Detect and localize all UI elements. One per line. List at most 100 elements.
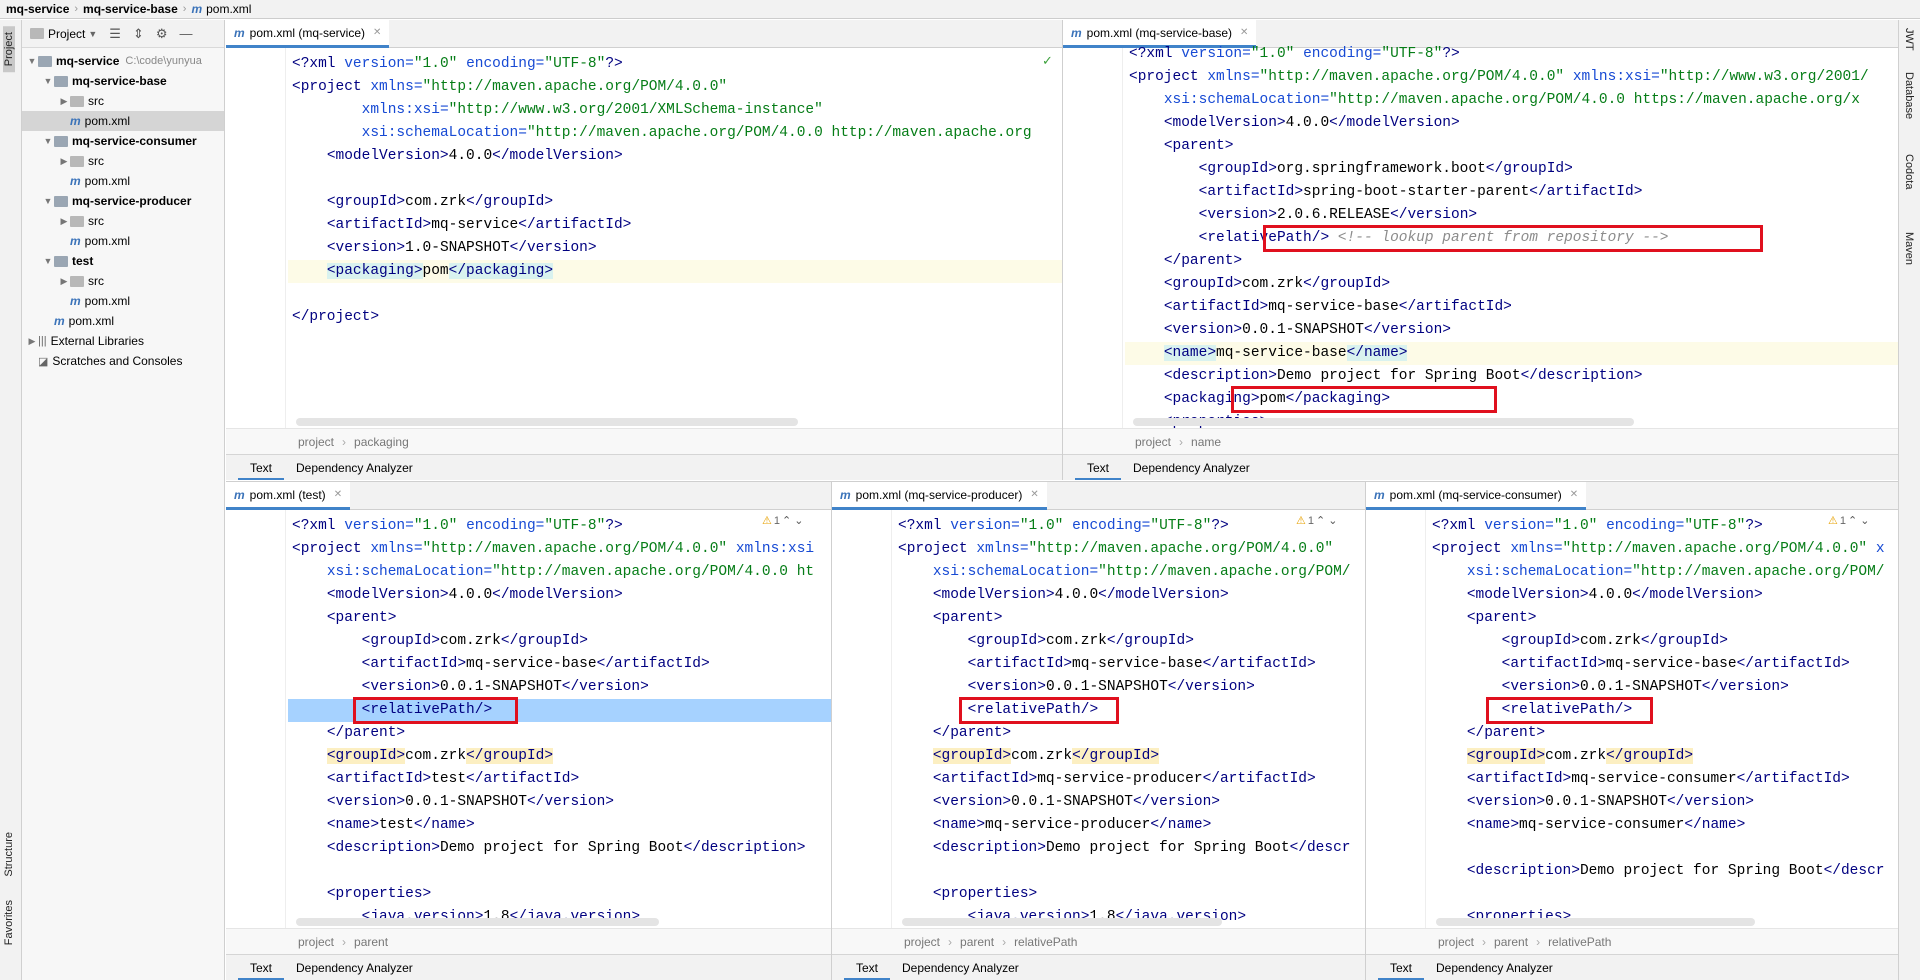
breadcrumb-item[interactable]: project — [1438, 935, 1474, 949]
tree-item[interactable]: ▼ mq-service-consumer — [22, 131, 224, 151]
tab-dependency-analyzer[interactable]: Dependency Analyzer — [1121, 455, 1262, 481]
tab-text[interactable]: Text — [238, 455, 285, 480]
editor-tab[interactable]: m pom.xml (mq-service-consumer) ✕ — [1366, 482, 1587, 510]
expand-icon[interactable]: ⇕ — [133, 26, 144, 42]
nav-crumb-module[interactable]: mq-service-base — [83, 2, 178, 16]
minimize-icon[interactable]: — — [180, 26, 193, 41]
breadcrumb-item[interactable]: project — [298, 435, 334, 449]
code-line: <name>mq-service-producer</name> — [898, 814, 1211, 837]
tab-dependency-analyzer[interactable]: Dependency Analyzer — [890, 955, 1031, 980]
code-area[interactable]: <?xml version="1.0" encoding="UTF-8"?> <p… — [288, 510, 831, 928]
tree-item[interactable]: ▼ mq-service-producer — [22, 191, 224, 211]
editor-tab[interactable]: m pom.xml (mq-service-producer) ✕ — [832, 482, 1047, 510]
chevron-down-icon[interactable]: ▼ — [26, 56, 38, 66]
tree-item[interactable]: ▶ src — [22, 271, 224, 291]
collapse-all-icon[interactable]: ☰ — [109, 26, 121, 42]
close-icon[interactable]: ✕ — [373, 27, 381, 38]
code-area[interactable]: <?xml version="1.0" encoding="UTF-8"?> <p… — [1125, 46, 1898, 430]
tree-item[interactable]: m pom.xml — [22, 311, 224, 331]
breadcrumb-item[interactable]: relativePath — [1014, 935, 1077, 949]
tree-item[interactable]: ◪ Scratches and Consoles — [22, 351, 224, 371]
code-token: </artifactId> — [1736, 771, 1850, 787]
chevron-down-icon[interactable]: ▼ — [88, 29, 97, 39]
inspection-widget[interactable]: ⚠ 1 ⌃ ⌄ — [1296, 514, 1338, 528]
code-area[interactable]: <?xml version="1.0" encoding="UTF-8"?> <p… — [898, 510, 1365, 928]
tree-item[interactable]: m pom.xml — [22, 291, 224, 311]
breadcrumb-item[interactable]: project — [904, 935, 940, 949]
tree-item[interactable]: ▼ mq-service-base — [22, 71, 224, 91]
tree-item[interactable]: ▼ mq-service C:\code\yunyua — [22, 51, 224, 71]
editor-tab[interactable]: m pom.xml (mq-service) ✕ — [226, 20, 390, 48]
tree-item[interactable]: ▶ src — [22, 91, 224, 111]
breadcrumb-item[interactable]: name — [1191, 435, 1221, 449]
close-icon[interactable]: ✕ — [1240, 27, 1248, 38]
horizontal-scrollbar[interactable] — [902, 918, 1222, 926]
navigate-problems-icon[interactable]: ⌃ ⌄ — [1848, 514, 1870, 527]
tab-dependency-analyzer[interactable]: Dependency Analyzer — [1424, 955, 1565, 980]
tree-item[interactable]: m pom.xml — [22, 231, 224, 251]
splitter[interactable] — [1062, 20, 1063, 480]
splitter[interactable] — [831, 482, 832, 980]
code-area[interactable]: <?xml version="1.0" encoding="UTF-8"?> <p… — [288, 48, 1062, 428]
splitter[interactable] — [226, 481, 1898, 482]
tool-tab-codota[interactable]: Codota — [1903, 154, 1915, 189]
tab-text[interactable]: Text — [1075, 455, 1122, 480]
close-icon[interactable]: ✕ — [1570, 489, 1578, 500]
tree-item[interactable]: ▶ src — [22, 151, 224, 171]
horizontal-scrollbar[interactable] — [296, 918, 659, 926]
tool-tab-favorites[interactable]: Favorites — [3, 900, 15, 945]
close-icon[interactable]: ✕ — [334, 489, 342, 500]
inspection-widget[interactable]: ⚠ 1 ⌃ ⌄ — [762, 514, 804, 528]
tab-text[interactable]: Text — [1378, 955, 1425, 980]
tree-item[interactable]: m pom.xml — [22, 171, 224, 191]
horizontal-scrollbar[interactable] — [296, 418, 798, 426]
breadcrumb-item[interactable]: parent — [960, 935, 994, 949]
inspection-widget[interactable]: ⚠ 1 ⌃ ⌄ — [1828, 514, 1870, 528]
tree-item[interactable]: m pom.xml — [22, 111, 224, 131]
tree-item[interactable]: ▶ src — [22, 211, 224, 231]
project-view-dropdown[interactable]: Project — [48, 27, 85, 41]
chevron-right-icon[interactable]: ▶ — [58, 216, 70, 227]
breadcrumb-item[interactable]: packaging — [354, 435, 409, 449]
chevron-down-icon[interactable]: ▼ — [42, 196, 54, 206]
chevron-right-icon[interactable]: ▶ — [26, 336, 38, 347]
navigate-problems-icon[interactable]: ⌃ ⌄ — [1316, 514, 1338, 527]
nav-crumb-project[interactable]: mq-service — [6, 2, 69, 16]
close-icon[interactable]: ✕ — [1030, 489, 1038, 500]
tree-item[interactable]: ▼ test — [22, 251, 224, 271]
chevron-down-icon[interactable]: ▼ — [42, 76, 54, 86]
navigate-problems-icon[interactable]: ⌃ ⌄ — [782, 514, 804, 527]
chevron-right-icon[interactable]: ▶ — [58, 276, 70, 287]
tab-text[interactable]: Text — [844, 955, 891, 980]
tool-tab-project[interactable]: Project — [3, 26, 15, 73]
code-token: 4.0.0 — [1054, 587, 1099, 603]
splitter[interactable] — [1365, 482, 1366, 980]
horizontal-scrollbar[interactable] — [1436, 918, 1755, 926]
chevron-down-icon[interactable]: ▼ — [42, 256, 54, 266]
nav-crumb-file[interactable]: pom.xml — [206, 2, 251, 16]
tool-tab-jwt[interactable]: JWT — [1903, 28, 1915, 51]
breadcrumb-item[interactable]: relativePath — [1548, 935, 1611, 949]
tool-tab-maven[interactable]: Maven — [1903, 232, 1915, 265]
editor-tab[interactable]: m pom.xml (test) ✕ — [226, 482, 351, 510]
breadcrumb-item[interactable]: parent — [354, 935, 388, 949]
gear-icon[interactable]: ⚙ — [156, 26, 168, 42]
breadcrumb-item[interactable]: project — [298, 935, 334, 949]
horizontal-scrollbar[interactable] — [1133, 418, 1634, 426]
code-area[interactable]: <?xml version="1.0" encoding="UTF-8"?> <p… — [1432, 510, 1898, 928]
code-line: <groupId>com.zrk</groupId> — [1129, 273, 1390, 296]
breadcrumb-item[interactable]: parent — [1494, 935, 1528, 949]
chevron-down-icon[interactable]: ▼ — [42, 136, 54, 146]
breadcrumb-item[interactable]: project — [1135, 435, 1171, 449]
tab-text[interactable]: Text — [238, 955, 285, 980]
tree-item[interactable]: ▶ ||| External Libraries — [22, 331, 224, 351]
tool-tab-structure[interactable]: Structure — [3, 832, 15, 877]
chevron-right-icon[interactable]: ▶ — [58, 96, 70, 107]
tool-tab-database[interactable]: Database — [1903, 72, 1915, 119]
tab-dependency-analyzer[interactable]: Dependency Analyzer — [284, 455, 425, 481]
code-token: pom — [422, 263, 449, 279]
tab-dependency-analyzer[interactable]: Dependency Analyzer — [284, 955, 425, 980]
chevron-right-icon[interactable]: ▶ — [58, 156, 70, 167]
